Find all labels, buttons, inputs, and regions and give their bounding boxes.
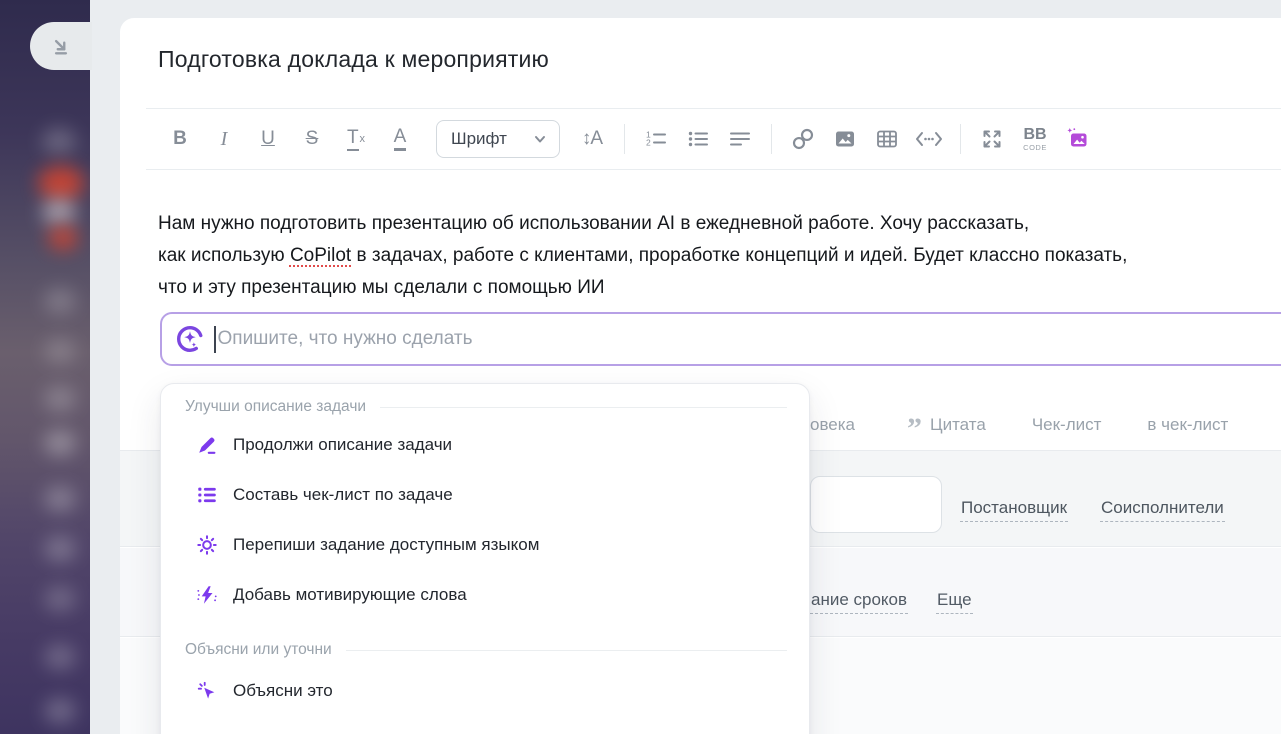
menu-item-make-checklist[interactable]: Составь чек-лист по задаче xyxy=(161,470,809,520)
coexecutors-link[interactable]: Соисполнители xyxy=(1100,498,1225,522)
ai-image-button[interactable] xyxy=(1057,121,1099,157)
sidebar-notification-badge xyxy=(48,226,78,250)
task-modal: Подготовка доклада к мероприятию B I U S… xyxy=(120,18,1281,734)
toolbar-separator xyxy=(960,124,961,154)
menu-item-explain-this[interactable]: Объясни это xyxy=(161,666,809,716)
misspelled-word: CoPilot xyxy=(290,245,351,266)
cursor-click-icon xyxy=(195,679,219,703)
underline-button[interactable]: U xyxy=(250,121,286,157)
sidebar-blurred-icon xyxy=(42,128,76,154)
description-line: в задачах, работе с клиентами, проработк… xyxy=(351,245,1127,266)
sidebar-blurred-icon xyxy=(44,338,76,364)
pen-icon xyxy=(195,433,219,457)
truncated-action-label: овека xyxy=(810,415,855,435)
quote-icon: ” xyxy=(907,424,922,434)
sidebar-blurred-icon xyxy=(44,486,76,512)
bold-button[interactable]: B xyxy=(162,121,198,157)
collapse-to-checklist-button[interactable]: в чек-лист xyxy=(1147,415,1228,435)
insert-table-button[interactable] xyxy=(866,121,908,157)
copilot-icon xyxy=(175,324,205,354)
quote-button[interactable]: ” Цитата xyxy=(907,415,986,435)
originator-link[interactable]: Постановщик xyxy=(960,498,1068,522)
text-caret xyxy=(214,326,216,353)
svg-text:2: 2 xyxy=(646,138,651,148)
collapse-panel-button[interactable] xyxy=(30,22,92,70)
editor-toolbar: B I U S Tx A Шрифт ↕A 12 xyxy=(146,108,1281,170)
expand-editor-button[interactable] xyxy=(971,121,1013,157)
chevron-down-icon xyxy=(533,132,547,146)
truncated-scheduling-link[interactable]: ание сроков xyxy=(810,590,908,614)
copilot-prompt-input[interactable] xyxy=(218,314,1281,364)
description-actions-row: овека ” Цитата Чек-лист в чек-лист xyxy=(810,410,1271,440)
toolbar-separator xyxy=(624,124,625,154)
section-divider-line xyxy=(380,407,787,408)
people-links-row: Постановщик Соисполнители xyxy=(960,498,1225,522)
menu-item-rewrite-simple[interactable]: Перепиши задание доступным языком xyxy=(161,520,809,570)
font-family-select[interactable]: Шрифт xyxy=(436,120,560,158)
sidebar-blurred-icon xyxy=(44,586,76,612)
align-button[interactable] xyxy=(719,121,761,157)
strikethrough-button[interactable]: S xyxy=(294,121,330,157)
checklist-button[interactable]: Чек-лист xyxy=(1032,415,1102,435)
font-size-button[interactable]: ↕A xyxy=(574,121,610,157)
section-divider-line xyxy=(346,650,787,651)
sidebar-blurred-icon xyxy=(44,386,76,412)
checklist-icon xyxy=(195,483,219,507)
description-line: Нам нужно подготовить презентацию об исп… xyxy=(158,213,1029,234)
menu-section-header: Улучши описание задачи xyxy=(185,394,809,420)
insert-code-button[interactable] xyxy=(908,121,950,157)
more-link[interactable]: Еще xyxy=(936,590,973,614)
sidebar-blurred-icon xyxy=(44,644,76,670)
link-button[interactable] xyxy=(782,121,824,157)
insert-image-button[interactable] xyxy=(824,121,866,157)
description-line: как использую xyxy=(158,245,290,266)
menu-item-continue-description[interactable]: Продолжи описание задачи xyxy=(161,420,809,470)
toolbar-separator xyxy=(771,124,772,154)
sidebar-blurred-icon xyxy=(44,430,76,456)
task-title[interactable]: Подготовка доклада к мероприятию xyxy=(158,46,549,73)
sidebar-blurred-icon xyxy=(44,288,76,314)
description-line: что и эту презентацию мы сделали с помощ… xyxy=(158,277,605,298)
text-color-button[interactable]: A xyxy=(382,121,418,157)
collapse-arrow-icon xyxy=(48,33,74,59)
italic-button[interactable]: I xyxy=(206,121,242,157)
copilot-prompt-field[interactable] xyxy=(160,312,1281,366)
lightning-icon xyxy=(195,583,219,607)
menu-item-add-motivation[interactable]: Добавь мотивирующие слова xyxy=(161,570,809,620)
font-select-label: Шрифт xyxy=(451,129,507,149)
sidebar-blurred-icon xyxy=(44,536,76,562)
options-links-row: ание сроков Еще xyxy=(810,590,973,614)
sidebar-notification-badge xyxy=(38,166,84,200)
sidebar-blurred-icon xyxy=(42,198,76,226)
app-sidebar-blurred xyxy=(0,0,90,734)
ordered-list-button[interactable]: 12 xyxy=(635,121,677,157)
bullet-list-button[interactable] xyxy=(677,121,719,157)
task-description[interactable]: Нам нужно подготовить презентацию об исп… xyxy=(158,208,1281,304)
sidebar-blurred-icon xyxy=(44,698,76,724)
assignee-card[interactable] xyxy=(810,476,942,533)
bbcode-button[interactable]: BB CODE xyxy=(1013,121,1057,157)
copilot-suggestions-menu: Улучши описание задачи Продолжи описание… xyxy=(160,383,810,734)
sun-icon xyxy=(195,533,219,557)
clear-format-button[interactable]: Tx xyxy=(338,121,374,157)
menu-section-header: Объясни или уточни xyxy=(185,634,809,666)
